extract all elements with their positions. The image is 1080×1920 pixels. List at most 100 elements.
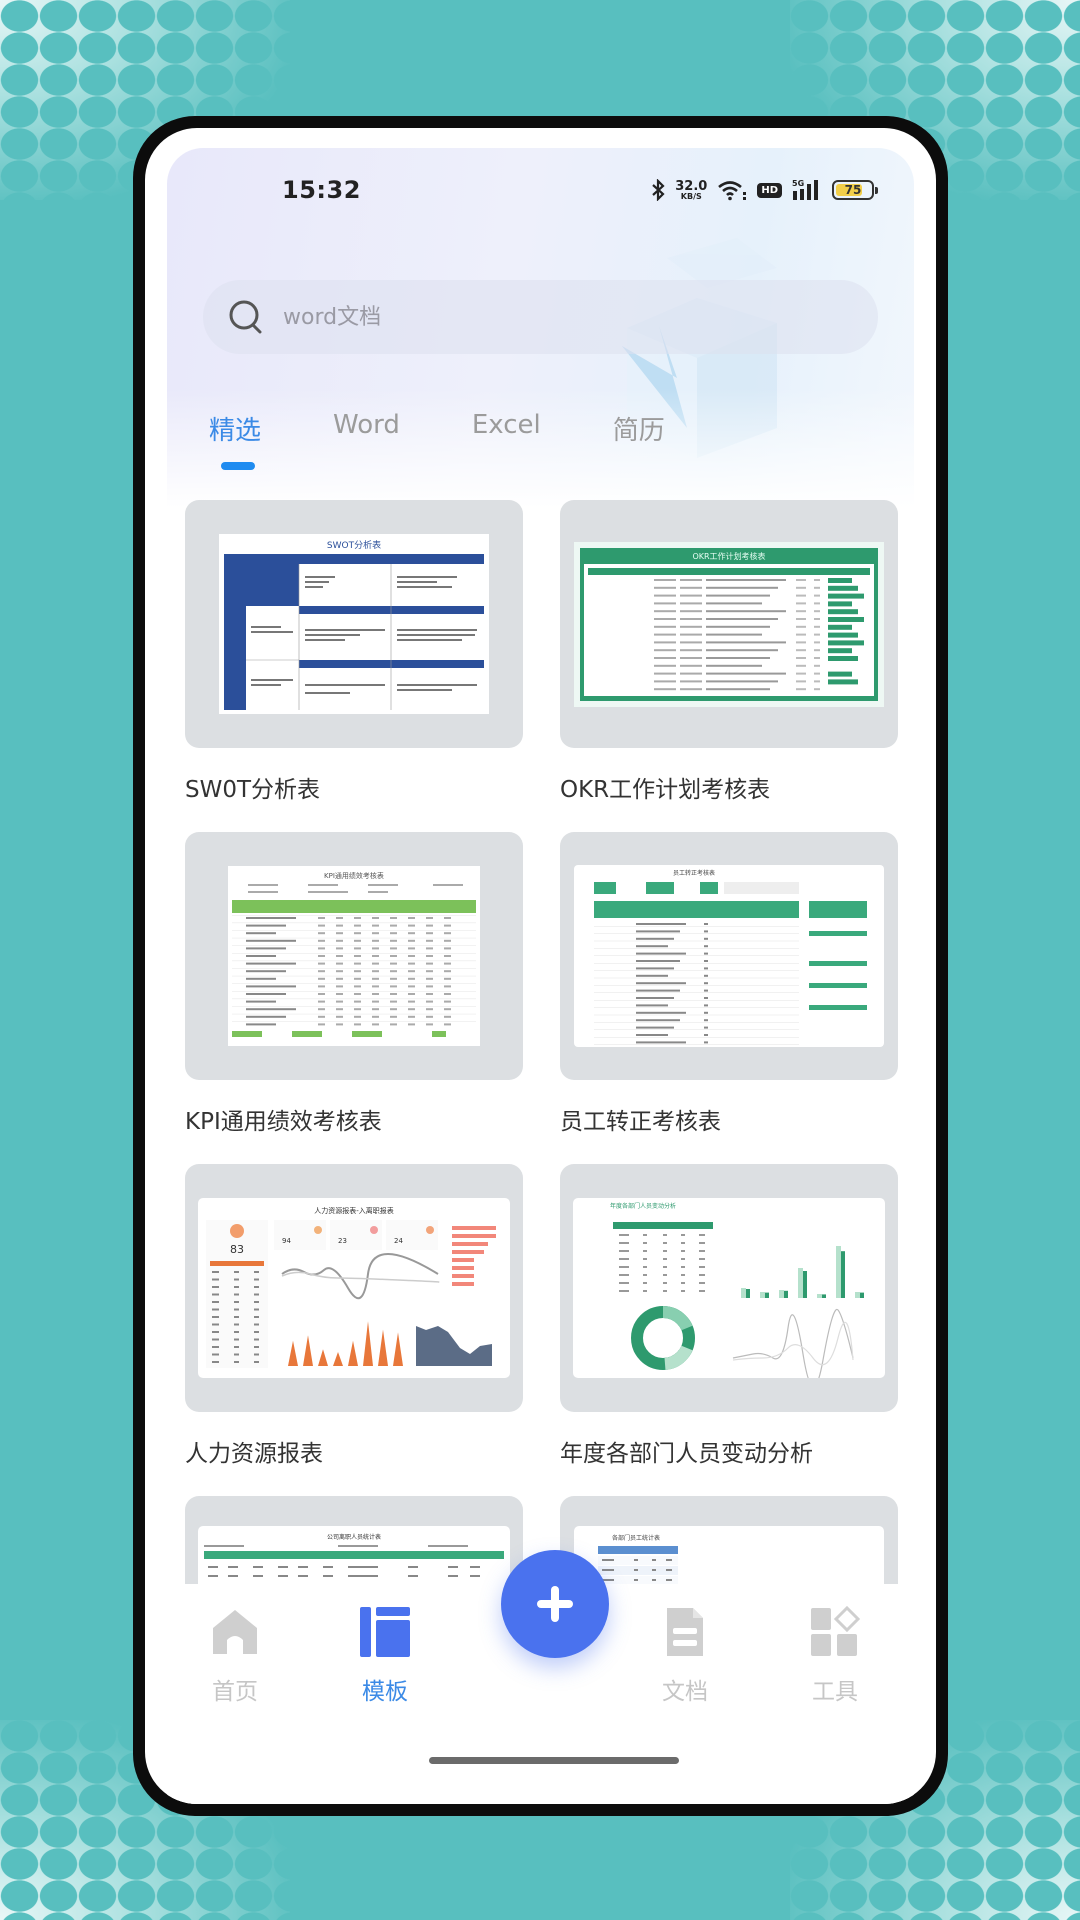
preview-line xyxy=(408,1575,418,1577)
template-thumbnail: 人力资源报表-入离职报表 83 94 23 24 xyxy=(185,1164,523,1412)
preview-line xyxy=(246,932,276,935)
preview-line xyxy=(663,1242,667,1244)
preview-line xyxy=(246,917,296,919)
preview-line xyxy=(448,1575,458,1577)
preview-line xyxy=(246,924,286,927)
preview-line xyxy=(636,1034,668,1036)
create-button[interactable] xyxy=(501,1550,609,1658)
preview-line xyxy=(452,1242,488,1246)
preview-line xyxy=(426,924,433,927)
preview-line xyxy=(212,1353,219,1356)
preview-line xyxy=(803,1271,807,1298)
preview-line xyxy=(254,1308,259,1311)
preview-line xyxy=(452,1234,496,1238)
nav-home[interactable]: 首页 xyxy=(195,1606,275,1706)
preview-line xyxy=(636,967,674,970)
preview-line xyxy=(354,947,361,950)
template-card-probation[interactable]: 员工转正考核表 员工转正考核表 xyxy=(560,832,898,1164)
preview-line xyxy=(336,1023,343,1026)
preview-line xyxy=(765,1292,769,1298)
preview-line xyxy=(253,1575,263,1577)
preview-line xyxy=(814,640,820,643)
template-title: 人力资源报表 xyxy=(185,1441,323,1467)
preview-line xyxy=(318,1000,325,1003)
bottom-navigation: 首页 模板 文档 工具 xyxy=(167,1550,914,1804)
preview-line xyxy=(336,1000,343,1003)
preview-line xyxy=(408,985,415,988)
preview-line xyxy=(444,1000,451,1003)
network-speed-unit: KB/S xyxy=(680,191,702,201)
preview-line xyxy=(426,955,433,957)
network-speed: 32.0 KB/S xyxy=(675,180,707,201)
tab-featured[interactable]: 精选 xyxy=(209,410,261,470)
preview-line xyxy=(298,1575,308,1577)
preview-line xyxy=(426,1000,433,1003)
probation-preview-icon: 员工转正考核表 xyxy=(574,865,884,1047)
nav-documents[interactable]: 文档 xyxy=(645,1606,725,1706)
preview-line xyxy=(232,930,476,931)
preview-line xyxy=(706,617,778,620)
kpi-preview-icon: KPI通用绩效考核表 xyxy=(228,866,480,1046)
app-screen: 15:32 32.0 KB/S HD 5G 75 word文档 精选 Word … xyxy=(167,148,914,1804)
preview-line xyxy=(706,679,778,682)
tab-excel[interactable]: Excel xyxy=(472,410,541,447)
preview-line xyxy=(234,1316,239,1318)
preview-line xyxy=(372,917,379,919)
preview-line xyxy=(643,1274,647,1276)
preview-line xyxy=(254,1323,259,1326)
preview-line xyxy=(654,648,676,651)
preview-line xyxy=(796,656,806,659)
preview-line xyxy=(828,678,858,684)
preview-line xyxy=(634,1569,638,1571)
preview-line xyxy=(619,1290,629,1292)
preview-line xyxy=(318,1008,325,1011)
preview-line xyxy=(232,922,476,924)
preview-line xyxy=(680,609,702,612)
preview-line xyxy=(654,640,676,643)
preview-line xyxy=(232,968,476,969)
preview-line xyxy=(619,1234,629,1236)
preview-line xyxy=(354,939,361,942)
preview-line xyxy=(212,1361,219,1363)
template-title: KPI通用绩效考核表 xyxy=(185,1109,382,1135)
tab-resume[interactable]: 简历 xyxy=(613,410,665,447)
preview-line xyxy=(372,985,379,988)
template-card-swot[interactable]: SWOT分析表 SW0T分析表 xyxy=(185,500,523,832)
nav-templates[interactable]: 模板 xyxy=(345,1606,425,1706)
nav-tools[interactable]: 工具 xyxy=(795,1605,875,1706)
tab-word[interactable]: Word xyxy=(333,410,400,447)
preview-line xyxy=(680,672,702,675)
preview-line xyxy=(796,640,806,643)
preview-line xyxy=(372,977,379,980)
preview-line xyxy=(470,1566,480,1568)
preview-line xyxy=(706,609,786,612)
preview-line xyxy=(323,1575,333,1577)
preview-line xyxy=(426,939,433,942)
template-card-dept-change[interactable]: 年度各部门人员变动分析 年度各部门人员变动分析 xyxy=(560,1164,898,1496)
preview-line xyxy=(444,947,451,950)
template-card-okr[interactable]: OKR工作计划考核表 OKR工作计划考核表 xyxy=(560,500,898,832)
preview-line xyxy=(408,924,415,927)
preview-title: 员工转正考核表 xyxy=(673,869,715,877)
preview-line xyxy=(246,962,296,965)
preview-line xyxy=(828,639,864,645)
preview-line xyxy=(232,1006,476,1007)
preview-line xyxy=(246,1023,276,1026)
preview-line xyxy=(680,648,702,651)
preview-line xyxy=(336,947,343,950)
preview-line xyxy=(408,939,415,942)
home-indicator[interactable] xyxy=(429,1757,679,1764)
search-input[interactable] xyxy=(283,304,783,330)
preview-line xyxy=(663,1250,667,1252)
preview-line xyxy=(619,1250,629,1252)
preview-title: 人力资源报表-入离职报表 xyxy=(314,1206,394,1215)
preview-title: OKR工作计划考核表 xyxy=(692,551,765,561)
template-card-hr-report[interactable]: 人力资源报表-入离职报表 83 94 23 24 人力资源报表 xyxy=(185,1164,523,1496)
search-bar[interactable] xyxy=(203,280,878,354)
preview-line xyxy=(318,993,325,995)
preview-line xyxy=(636,952,686,955)
preview-line xyxy=(796,617,806,620)
preview-line xyxy=(619,1274,629,1276)
preview-line xyxy=(390,1000,397,1003)
template-card-kpi[interactable]: KPI通用绩效考核表 KPI通用绩效考核表 xyxy=(185,832,523,1164)
